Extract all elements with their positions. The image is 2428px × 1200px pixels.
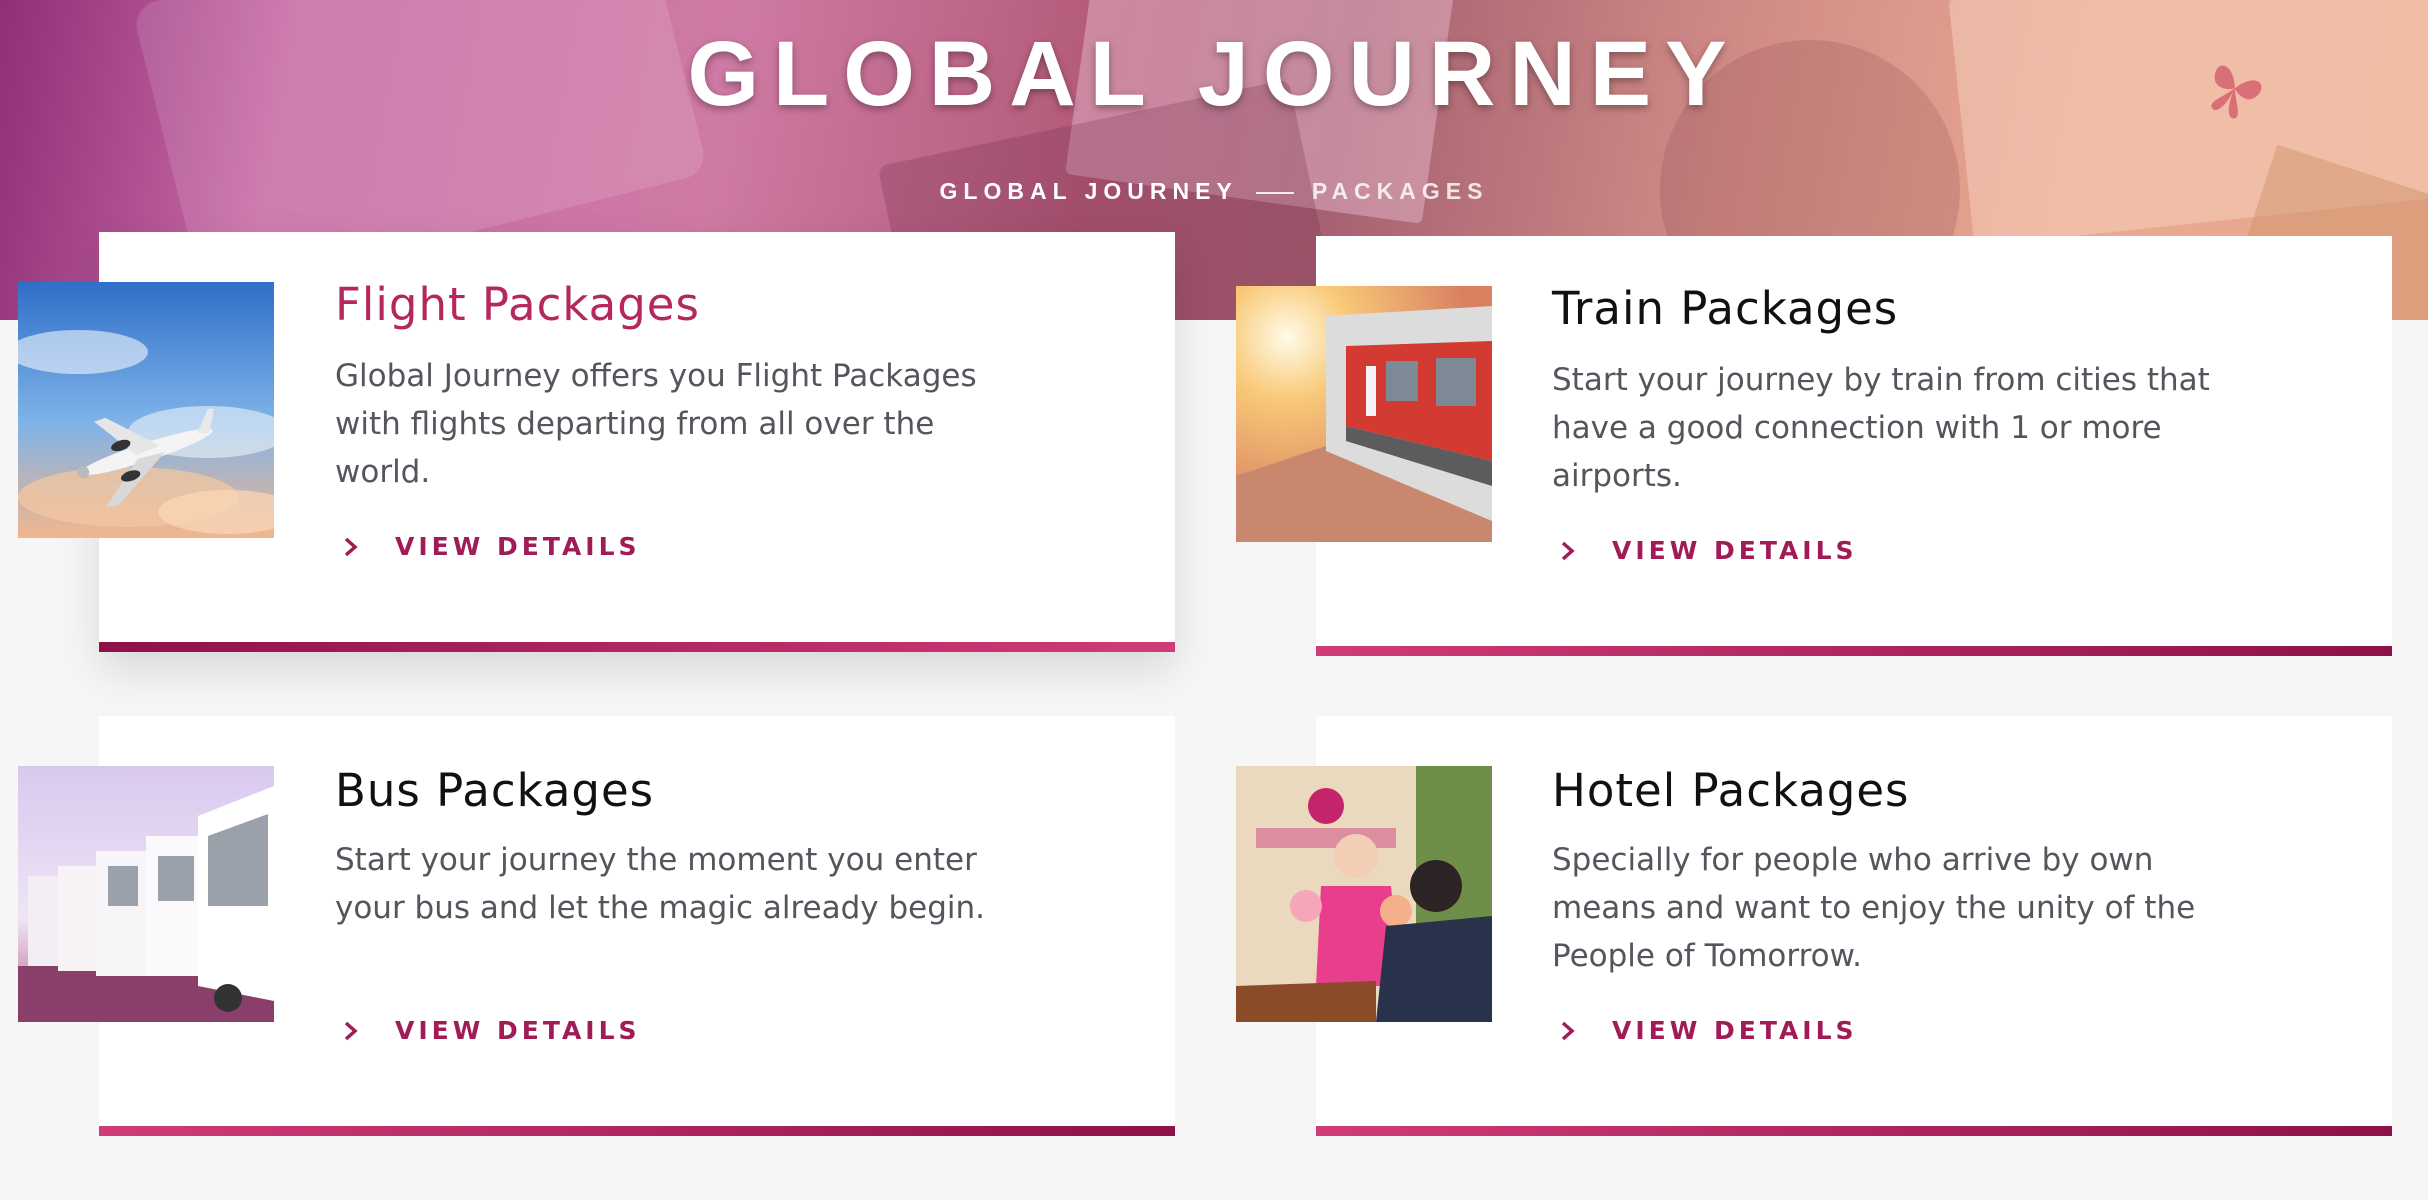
view-details-label: VIEW DETAILS <box>1612 536 1858 565</box>
card-title: Flight Packages <box>335 278 700 331</box>
card-description: Global Journey offers you Flight Package… <box>335 358 977 490</box>
card-title: Train Packages <box>1552 282 1899 335</box>
card-accent-bar <box>1316 1126 2392 1136</box>
chevron-right-icon <box>1561 541 1575 560</box>
view-details-link-train[interactable]: VIEW DETAILS <box>1552 536 1858 565</box>
view-details-link-bus[interactable]: VIEW DETAILS <box>335 1016 641 1045</box>
card-title: Bus Packages <box>335 764 655 817</box>
view-details-link-hotel[interactable]: VIEW DETAILS <box>1552 1016 1858 1045</box>
hotel-package-image <box>1236 766 1492 1022</box>
bus-package-image <box>18 766 274 1022</box>
chevron-right-icon <box>1561 1021 1575 1040</box>
chevron-right-icon <box>344 1021 358 1040</box>
view-details-label: VIEW DETAILS <box>395 1016 641 1045</box>
breadcrumb-current: PACKAGES <box>1311 178 1489 204</box>
card-description: Start your journey by train from cities … <box>1552 362 2210 494</box>
page-title: GLOBAL JOURNEY <box>687 23 1741 125</box>
train-package-image <box>1236 286 1492 542</box>
chevron-right-icon <box>344 537 358 556</box>
view-details-label: VIEW DETAILS <box>1612 1016 1858 1045</box>
card-accent-bar <box>99 642 1175 652</box>
card-description: Start your journey the moment you enter … <box>335 842 986 926</box>
card-description: Specially for people who arrive by own m… <box>1552 842 2196 974</box>
breadcrumb-home-link[interactable]: GLOBAL JOURNEY <box>940 178 1238 204</box>
card-accent-bar <box>1316 646 2392 656</box>
view-details-link-flight[interactable]: VIEW DETAILS <box>335 532 641 561</box>
view-details-label: VIEW DETAILS <box>395 532 641 561</box>
flight-package-image <box>18 282 274 538</box>
card-accent-bar <box>99 1126 1175 1136</box>
breadcrumb-separator <box>1255 191 1294 194</box>
breadcrumb: GLOBAL JOURNEY PACKAGES <box>0 178 2428 205</box>
card-title: Hotel Packages <box>1552 764 1910 817</box>
